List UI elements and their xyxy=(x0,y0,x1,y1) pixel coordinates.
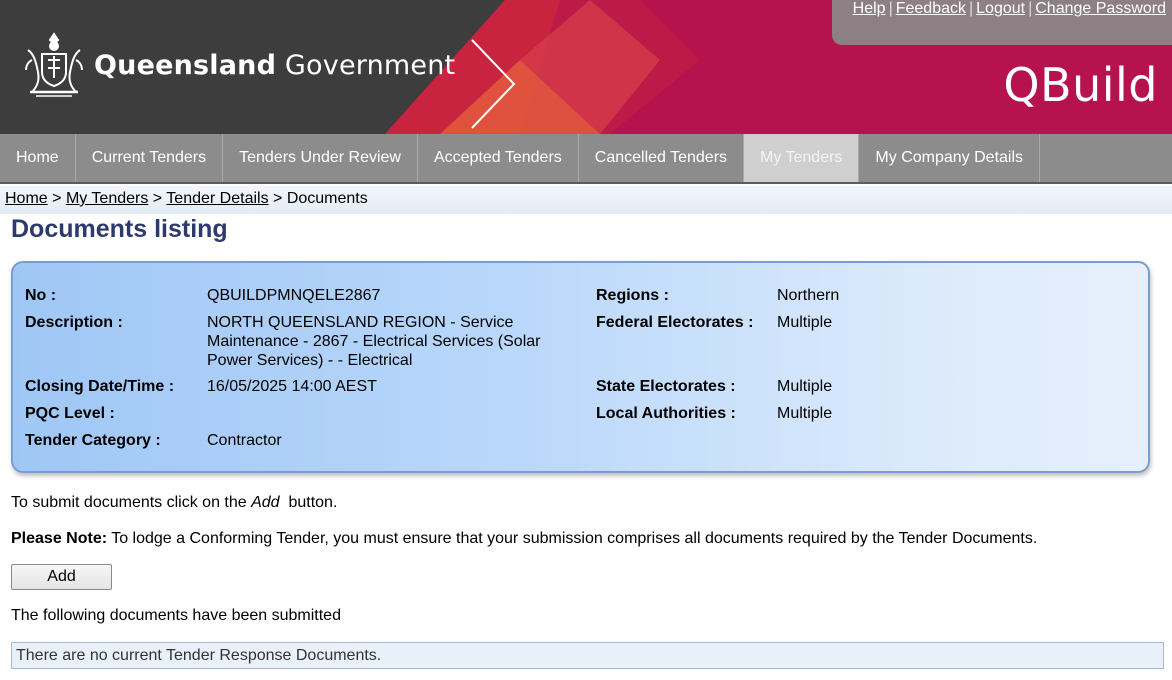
nav-my-tenders[interactable]: My Tenders xyxy=(744,134,860,182)
federal-electorates-label: Federal Electorates : xyxy=(596,314,754,331)
state-electorates-label: State Electorates : xyxy=(596,378,736,395)
tender-no-label: No : xyxy=(25,287,57,304)
submitted-heading: The following documents have been submit… xyxy=(11,607,341,624)
tender-no-value: QBUILDPMNQELE2867 xyxy=(207,287,381,304)
nav-home[interactable]: Home xyxy=(0,134,76,182)
nav-tenders-under-review[interactable]: Tenders Under Review xyxy=(223,134,418,182)
please-note-label: Please Note: xyxy=(11,530,108,547)
description-value: NORTH QUEENSLAND REGION - Service Mainte… xyxy=(207,314,541,369)
state-electorates-value: Multiple xyxy=(777,378,833,395)
utility-links: Help | Feedback | Logout | Change Password xyxy=(853,0,1166,20)
app-name: QBuild xyxy=(1003,58,1158,112)
regions-label: Regions : xyxy=(596,287,669,304)
add-document-button[interactable]: Add xyxy=(11,564,112,590)
breadcrumb-separator: > xyxy=(52,190,62,207)
logo-bold-text: Queensland xyxy=(94,49,277,81)
documents-list: There are no current Tender Response Doc… xyxy=(11,642,1164,669)
tender-category-label: Tender Category : xyxy=(25,432,161,449)
empty-documents-message: There are no current Tender Response Doc… xyxy=(16,647,382,664)
local-authorities-label: Local Authorities : xyxy=(596,405,736,422)
closing-date-value: 16/05/2025 14:00 AEST xyxy=(207,378,377,395)
please-note: Please Note: To lodge a Conforming Tende… xyxy=(11,530,1037,548)
nav-accepted-tenders[interactable]: Accepted Tenders xyxy=(418,134,579,182)
breadcrumb-home[interactable]: Home xyxy=(5,190,48,207)
description-label: Description : xyxy=(25,314,123,331)
main-nav: Home Current Tenders Tenders Under Revie… xyxy=(0,134,1172,184)
link-separator: | xyxy=(1028,0,1033,17)
coat-of-arms-icon xyxy=(25,32,83,97)
tender-info-panel: No : QBUILDPMNQELE2867 Description : NOR… xyxy=(11,261,1150,473)
logo-wordmark: Queensland Government xyxy=(94,50,455,81)
breadcrumb-my-tenders[interactable]: My Tenders xyxy=(66,190,148,207)
header-banner: Queensland Government Help | Feedback | Logo… xyxy=(0,0,1172,134)
breadcrumb: Home > My Tenders > Tender Details > Doc… xyxy=(0,186,1172,214)
submit-instruction-prefix: To submit documents click on the xyxy=(11,494,252,511)
nav-current-tenders[interactable]: Current Tenders xyxy=(76,134,224,182)
nav-my-company-details[interactable]: My Company Details xyxy=(859,134,1041,182)
submit-instruction: To submit documents click on the Add but… xyxy=(11,494,337,512)
logo-regular-text: Government xyxy=(284,49,456,81)
submit-instruction-suffix: button. xyxy=(279,494,338,511)
breadcrumb-separator: > xyxy=(152,190,163,207)
local-authorities-value: Multiple xyxy=(777,405,833,422)
tender-category-value: Contractor xyxy=(207,432,282,449)
help-link[interactable]: Help xyxy=(853,0,886,17)
submit-instruction-emphasis: Add xyxy=(251,494,280,511)
federal-electorates-value: Multiple xyxy=(777,314,833,331)
please-note-text: To lodge a Conforming Tender, you must e… xyxy=(107,530,1038,547)
breadcrumb-separator: > xyxy=(273,190,283,207)
logout-link[interactable]: Logout xyxy=(976,0,1025,17)
change-password-link[interactable]: Change Password xyxy=(1035,0,1166,17)
breadcrumb-tender-details[interactable]: Tender Details xyxy=(166,190,268,207)
pqc-level-label: PQC Level : xyxy=(25,405,115,422)
regions-value: Northern xyxy=(777,287,840,304)
feedback-link[interactable]: Feedback xyxy=(896,0,966,17)
link-separator: | xyxy=(888,0,893,17)
closing-date-label: Closing Date/Time : xyxy=(25,378,175,395)
page-title: Documents listing xyxy=(11,215,228,243)
nav-cancelled-tenders[interactable]: Cancelled Tenders xyxy=(579,134,745,182)
link-separator: | xyxy=(969,0,974,17)
breadcrumb-current: Documents xyxy=(286,190,368,207)
qld-government-logo[interactable]: Queensland Government xyxy=(18,30,455,100)
